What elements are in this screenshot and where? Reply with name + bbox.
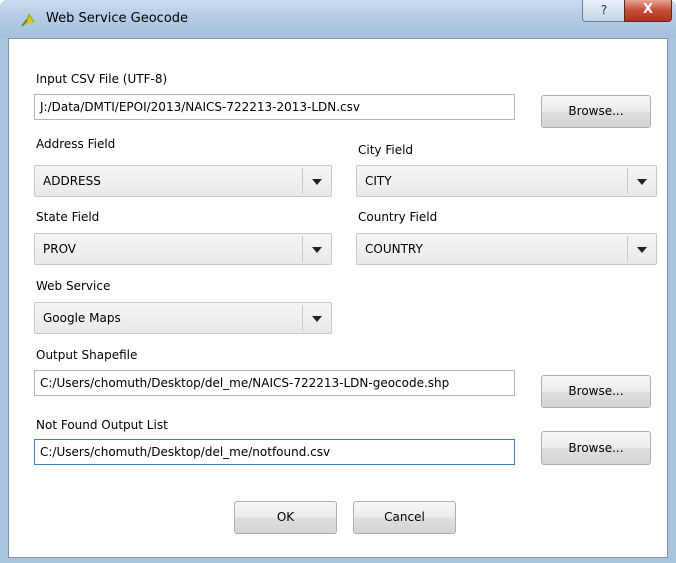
input-csv-label: Input CSV File (UTF-8) bbox=[36, 72, 168, 86]
state-field-label: State Field bbox=[36, 210, 100, 224]
address-field-value: ADDRESS bbox=[43, 174, 101, 188]
title-bar[interactable]: Web Service Geocode ? X bbox=[0, 0, 676, 38]
cancel-button[interactable]: Cancel bbox=[353, 501, 456, 534]
chevron-down-icon[interactable] bbox=[312, 316, 322, 322]
state-field-select[interactable]: PROV bbox=[34, 233, 332, 265]
combo-separator bbox=[302, 168, 303, 194]
help-button[interactable]: ? bbox=[582, 0, 626, 22]
address-field-select[interactable]: ADDRESS bbox=[34, 165, 332, 197]
web-service-select[interactable]: Google Maps bbox=[34, 302, 332, 334]
city-field-select[interactable]: CITY bbox=[356, 165, 657, 197]
dialog-body: Input CSV File (UTF-8) J:/Data/DMTI/EPOI… bbox=[8, 38, 668, 558]
qgis-logo-icon bbox=[21, 13, 35, 27]
state-field-value: PROV bbox=[43, 242, 77, 256]
close-button[interactable]: X bbox=[624, 0, 672, 22]
web-service-value: Google Maps bbox=[43, 311, 121, 325]
chevron-down-icon[interactable] bbox=[312, 179, 322, 185]
address-field-label: Address Field bbox=[36, 137, 116, 151]
ok-button[interactable]: OK bbox=[234, 501, 337, 534]
output-shapefile-label: Output Shapefile bbox=[36, 348, 138, 362]
not-found-browse-button[interactable]: Browse... bbox=[541, 431, 651, 465]
chevron-down-icon[interactable] bbox=[312, 247, 322, 253]
input-csv-field[interactable]: J:/Data/DMTI/EPOI/2013/NAICS-722213-2013… bbox=[34, 94, 515, 120]
web-service-label: Web Service bbox=[36, 279, 111, 293]
not-found-field[interactable]: C:/Users/chomuth/Desktop/del_me/notfound… bbox=[34, 439, 515, 465]
not-found-label: Not Found Output List bbox=[36, 418, 168, 432]
country-field-value: COUNTRY bbox=[365, 242, 423, 256]
combo-separator bbox=[627, 168, 628, 194]
chevron-down-icon[interactable] bbox=[637, 247, 647, 253]
city-field-label: City Field bbox=[358, 143, 414, 157]
output-shapefile-browse-button[interactable]: Browse... bbox=[541, 375, 651, 408]
combo-separator bbox=[302, 305, 303, 331]
input-csv-browse-button[interactable]: Browse... bbox=[541, 95, 651, 128]
country-field-select[interactable]: COUNTRY bbox=[356, 233, 657, 265]
output-shapefile-field[interactable]: C:/Users/chomuth/Desktop/del_me/NAICS-72… bbox=[34, 370, 515, 396]
combo-separator bbox=[302, 236, 303, 262]
city-field-value: CITY bbox=[365, 174, 392, 188]
country-field-label: Country Field bbox=[358, 210, 438, 224]
chevron-down-icon[interactable] bbox=[637, 179, 647, 185]
window-title: Web Service Geocode bbox=[46, 11, 189, 26]
dialog-window: Web Service Geocode ? X Input CSV File (… bbox=[0, 0, 676, 563]
combo-separator bbox=[627, 236, 628, 262]
